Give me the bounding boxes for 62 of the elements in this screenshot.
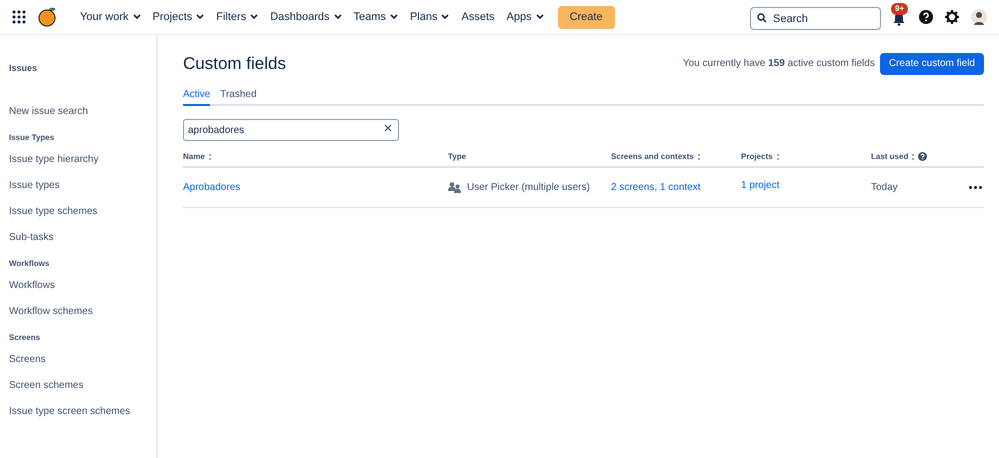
nav-menu-item[interactable]: Plans [404, 3, 456, 31]
sidebar-heading: Workflows [9, 258, 50, 270]
search-icon [757, 12, 767, 22]
sidebar-item[interactable]: New issue search [9, 106, 156, 118]
chevron-down-icon [536, 14, 544, 20]
field-name-link[interactable]: Aprobadores [183, 180, 448, 194]
nav-menu-item[interactable]: Assets [455, 3, 500, 31]
nav-menu-item[interactable]: Your work [74, 3, 147, 31]
sidebar-heading: Screens [9, 332, 42, 344]
chevron-down-icon [390, 14, 398, 20]
sidebar-item[interactable]: Issue type schemes [9, 206, 156, 218]
page-title: Custom fields [183, 53, 286, 75]
sidebar-item[interactable]: Screens [9, 354, 156, 366]
chevron-down-icon [334, 14, 342, 20]
chevron-down-icon [132, 14, 141, 20]
tab[interactable]: Trashed [220, 86, 257, 106]
tab[interactable]: Active [183, 86, 210, 106]
sidebar-title: Issues [9, 62, 38, 75]
screens-link[interactable]: 2 screens, 1 context [611, 180, 700, 194]
create-button[interactable]: Create [558, 6, 615, 28]
close-icon[interactable] [384, 124, 392, 132]
nav-menu-item[interactable]: Teams [348, 3, 404, 31]
sidebar-item[interactable]: Workflow schemes [9, 306, 156, 318]
field-type: User Picker (multiple users) [467, 180, 590, 194]
filter-field[interactable]: aprobadores [183, 119, 399, 141]
column-header[interactable]: Screens and contexts [611, 150, 694, 162]
column-header[interactable]: Projects [741, 150, 773, 162]
more-icon[interactable] [969, 186, 982, 188]
chevron-down-icon [441, 14, 450, 20]
app-switcher-icon[interactable] [12, 10, 26, 24]
projects-link[interactable]: 1 project [741, 178, 780, 193]
sort-icon[interactable] [208, 152, 212, 160]
column-header[interactable]: Last used [871, 150, 908, 162]
column-header[interactable]: Name [183, 150, 205, 162]
settings-icon[interactable] [945, 10, 959, 24]
nav-menu-item[interactable]: Filters [210, 3, 264, 31]
help-icon[interactable] [919, 10, 933, 24]
sidebar-item[interactable]: Issue types [9, 180, 156, 192]
sidebar-item[interactable]: Sub-tasks [9, 232, 156, 244]
nav-menu-item[interactable]: Projects [146, 3, 210, 31]
custom-field-count: You currently have 159 active custom fields [682, 57, 875, 72]
search-field[interactable]: Search [750, 7, 881, 30]
sidebar-item[interactable]: Workflows [9, 280, 156, 292]
notification-badge: 9+ [891, 3, 908, 15]
chevron-down-icon [250, 14, 258, 20]
sidebar-item[interactable]: Issue type screen schemes [9, 406, 156, 418]
fruit-logo-icon[interactable] [38, 7, 58, 27]
users-icon [448, 182, 461, 192]
sidebar-item[interactable]: Issue type hierarchy [9, 154, 156, 166]
sort-icon[interactable] [911, 152, 916, 160]
chevron-down-icon [196, 14, 204, 20]
nav-menu-item[interactable]: Dashboards [264, 3, 348, 31]
sort-icon[interactable] [696, 152, 701, 160]
sidebar-item[interactable]: Screen schemes [9, 380, 156, 392]
nav-menu-item[interactable]: Apps [500, 3, 550, 31]
create-custom-field-button[interactable]: Create custom field [880, 52, 984, 75]
last-used: Today [871, 180, 898, 194]
help-icon[interactable] [918, 152, 928, 161]
sort-icon[interactable] [776, 152, 780, 160]
column-header: Type [448, 150, 466, 162]
sidebar-heading: Issue Types [9, 132, 56, 144]
avatar-icon[interactable] [971, 8, 987, 26]
